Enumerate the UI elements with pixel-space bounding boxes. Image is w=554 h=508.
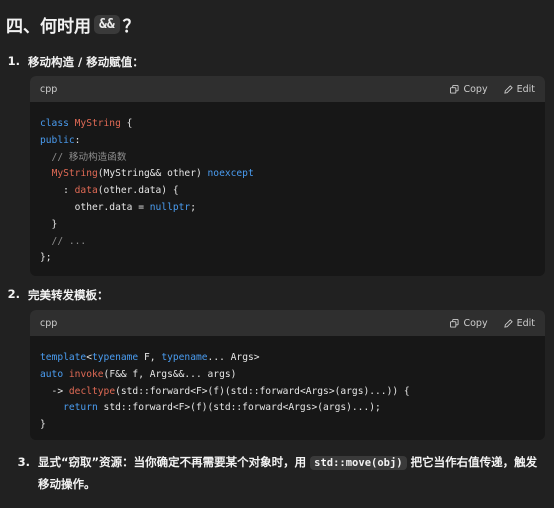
edit-button[interactable]: Edit: [503, 83, 535, 95]
code-line: other.data = nullptr;: [40, 200, 535, 217]
code-language: cpp: [40, 83, 58, 95]
code-token: }: [40, 218, 58, 230]
code-token: ;: [190, 201, 196, 213]
code-token: decltype: [68, 385, 116, 397]
heading-suffix: ？: [122, 17, 140, 37]
list-item-title: 完美转发模板：: [28, 288, 109, 302]
code-content: template<typename F, typename... Args> au…: [30, 336, 545, 440]
code-token: typename: [161, 352, 208, 363]
code-token: auto: [40, 368, 69, 380]
code-token: // ...: [40, 235, 87, 247]
section-heading: 四、何时用 && ？: [6, 12, 140, 37]
code-token: class: [40, 118, 75, 129]
code-line: template<typename F, typename... Args>: [40, 350, 535, 367]
code-header: cpp Copy Edit: [30, 310, 545, 336]
text-before: 显式“窃取”资源：当你确定不再需要某个对象时，用: [38, 455, 311, 469]
code-token: // 移动构造函数: [40, 151, 127, 163]
list-item-text: 显式“窃取”资源：当你确定不再需要某个对象时，用 std::move(obj) …: [38, 452, 540, 495]
code-block-2: cpp Copy Edit template<typename F, typen…: [30, 310, 545, 440]
code-token: (std::forward<F>(f)(std::forward<Args>(a…: [115, 385, 410, 397]
list-item-3: 3. 显式“窃取”资源：当你确定不再需要某个对象时，用 std::move(ob…: [10, 452, 540, 495]
code-token: typename: [92, 352, 139, 363]
copy-button[interactable]: Copy: [450, 83, 488, 95]
copy-button[interactable]: Copy: [450, 317, 488, 329]
code-token: MyString: [74, 118, 121, 129]
copy-label: Copy: [463, 317, 488, 329]
code-token: ... Args>: [207, 352, 260, 363]
edit-label: Edit: [516, 317, 535, 329]
code-content: class MyString {public: // 移动构造函数 MyStri…: [30, 102, 545, 276]
code-token: }: [40, 419, 46, 431]
list-item-2: 2. 完美转发模板：: [0, 287, 109, 303]
code-token: std::forward<F>(f)(std::forward<Args>(ar…: [97, 402, 381, 414]
code-token: :: [74, 134, 81, 146]
code-token: template: [40, 352, 87, 363]
heading-inline-code: &&: [94, 15, 120, 34]
code-token: nullptr: [149, 201, 191, 213]
code-line: class MyString {: [40, 116, 535, 133]
code-line: -> decltype(std::forward<F>(f)(std::forw…: [40, 384, 535, 401]
code-token: (F&& f, Args&&... args): [103, 368, 237, 380]
code-header: cpp Copy Edit: [30, 76, 545, 102]
code-line: return std::forward<F>(f)(std::forward<A…: [40, 400, 535, 417]
code-language: cpp: [40, 317, 58, 329]
list-item-1: 1. 移动构造 / 移动赋值：: [0, 54, 144, 70]
copy-icon: [450, 84, 460, 94]
edit-button[interactable]: Edit: [503, 317, 535, 329]
edit-icon: [503, 318, 513, 328]
list-number: 2.: [7, 287, 20, 301]
code-token: (other.data) {: [97, 185, 179, 197]
code-line: }: [40, 217, 535, 234]
code-line: auto invoke(F&& f, Args&&... args): [40, 367, 535, 384]
code-line: MyString(MyString&& other) noexcept: [40, 166, 535, 183]
code-token: noexcept: [207, 168, 254, 180]
code-line: : data(other.data) {: [40, 183, 535, 200]
code-token: other.data =: [40, 201, 150, 213]
edit-icon: [503, 84, 513, 94]
code-line: public:: [40, 133, 535, 150]
code-token: return: [63, 402, 98, 414]
copy-label: Copy: [463, 83, 488, 95]
code-token: (MyString&& other): [97, 168, 208, 180]
code-line: // ...: [40, 234, 535, 251]
list-number: 3.: [17, 455, 30, 469]
copy-icon: [450, 318, 460, 328]
code-token: {: [120, 118, 133, 129]
code-token: invoke: [68, 368, 104, 380]
code-token: public: [40, 134, 75, 146]
code-token: MyString: [51, 168, 98, 180]
code-token: };: [40, 252, 52, 264]
heading-text: 四、何时用: [6, 17, 91, 37]
code-token: :: [40, 185, 75, 197]
edit-label: Edit: [516, 83, 535, 95]
code-token: data: [74, 185, 98, 197]
code-token: F,: [138, 352, 162, 363]
code-line: }: [40, 417, 535, 434]
inline-code: std::move(obj): [310, 456, 407, 470]
code-token: ->: [40, 385, 69, 397]
list-number: 1.: [7, 54, 20, 68]
code-block-1: cpp Copy Edit class MyString {public: //…: [30, 76, 545, 276]
list-item-title: 移动构造 / 移动赋值：: [28, 55, 144, 69]
code-line: // 移动构造函数: [40, 150, 535, 167]
code-line: };: [40, 250, 535, 267]
